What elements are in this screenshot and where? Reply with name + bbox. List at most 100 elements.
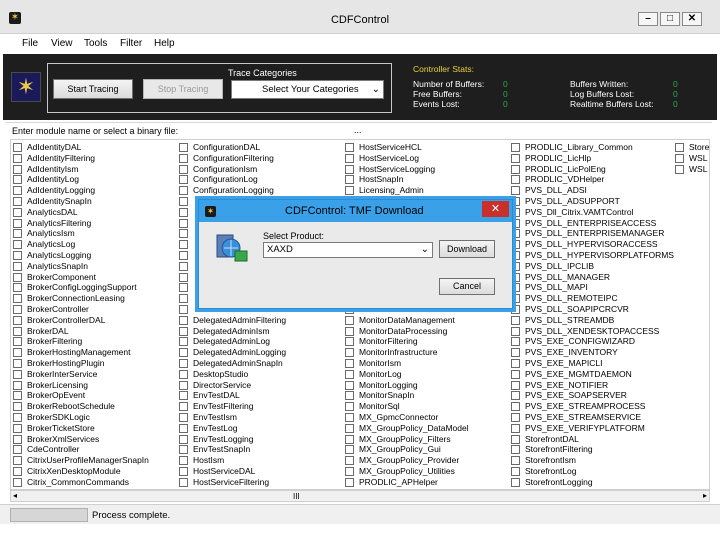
menu-filter[interactable]: Filter	[120, 38, 142, 49]
module-checkbox[interactable]	[13, 359, 22, 368]
module-checkbox[interactable]	[179, 186, 188, 196]
module-name-input[interactable]	[194, 125, 344, 137]
module-checkbox[interactable]	[13, 175, 22, 185]
module-checkbox[interactable]	[345, 143, 354, 152]
module-checkbox[interactable]	[179, 305, 188, 314]
menu-help[interactable]: Help	[154, 38, 175, 49]
module-checkbox[interactable]	[13, 143, 22, 152]
module-checkbox[interactable]	[511, 315, 520, 325]
module-checkbox[interactable]	[345, 434, 354, 444]
module-checkbox[interactable]	[13, 337, 22, 347]
module-checkbox[interactable]	[345, 445, 354, 455]
module-checkbox[interactable]	[13, 380, 22, 390]
stop-tracing-button[interactable]: Stop Tracing	[143, 79, 223, 99]
module-checkbox[interactable]	[13, 251, 22, 260]
module-checkbox[interactable]	[511, 164, 520, 174]
module-checkbox[interactable]	[675, 153, 684, 163]
module-checkbox[interactable]	[179, 359, 188, 368]
module-checkbox[interactable]	[179, 467, 188, 476]
module-checkbox[interactable]	[179, 477, 188, 487]
module-checkbox[interactable]	[345, 175, 354, 185]
module-checkbox-list[interactable]: AdIdentityDAL AdIdentityFiltering AdIdenti…	[10, 139, 710, 490]
module-checkbox[interactable]	[179, 380, 188, 390]
module-checkbox[interactable]	[511, 456, 520, 466]
module-checkbox[interactable]	[179, 153, 188, 163]
module-checkbox[interactable]	[179, 391, 188, 401]
module-checkbox[interactable]	[179, 175, 188, 185]
module-checkbox[interactable]	[511, 467, 520, 476]
module-checkbox[interactable]	[13, 467, 22, 476]
module-checkbox[interactable]	[13, 315, 22, 325]
module-checkbox[interactable]	[675, 143, 684, 152]
product-select[interactable]: XAXD ⌄	[263, 242, 433, 258]
module-checkbox[interactable]	[179, 197, 188, 206]
module-checkbox[interactable]	[13, 229, 22, 239]
module-checkbox[interactable]	[13, 218, 22, 228]
module-checkbox[interactable]	[13, 477, 22, 487]
module-checkbox[interactable]	[345, 153, 354, 163]
module-checkbox[interactable]	[511, 380, 520, 390]
module-checkbox[interactable]	[511, 402, 520, 412]
module-checkbox[interactable]	[511, 477, 520, 487]
module-checkbox[interactable]	[345, 337, 354, 347]
start-tracing-button[interactable]: Start Tracing	[53, 79, 133, 99]
module-checkbox[interactable]	[345, 369, 354, 379]
trace-categories-select[interactable]: Select Your Categories ⌄	[231, 80, 384, 99]
module-checkbox[interactable]	[13, 445, 22, 455]
module-checkbox[interactable]	[179, 283, 188, 293]
module-checkbox[interactable]	[511, 337, 520, 347]
module-checkbox[interactable]	[345, 456, 354, 466]
module-checkbox[interactable]	[511, 359, 520, 368]
close-window-button[interactable]: ✕	[682, 12, 702, 26]
module-checkbox[interactable]	[511, 391, 520, 401]
module-checkbox[interactable]	[13, 294, 22, 304]
module-checkbox[interactable]	[511, 175, 520, 185]
module-checkbox[interactable]	[13, 207, 22, 217]
module-checkbox[interactable]	[13, 272, 22, 282]
cancel-button[interactable]: Cancel	[439, 278, 495, 295]
module-checkbox[interactable]	[179, 337, 188, 347]
browse-binary-button[interactable]: ...	[354, 125, 362, 135]
scroll-left-icon[interactable]: ◂	[13, 491, 17, 500]
module-checkbox[interactable]	[345, 164, 354, 174]
module-checkbox[interactable]	[345, 423, 354, 433]
menu-file[interactable]: File	[22, 38, 38, 49]
module-checkbox[interactable]	[179, 434, 188, 444]
module-checkbox[interactable]	[675, 164, 684, 174]
module-checkbox[interactable]	[13, 348, 22, 358]
module-checkbox[interactable]	[179, 423, 188, 433]
module-checkbox[interactable]	[179, 413, 188, 422]
module-checkbox[interactable]	[345, 477, 354, 487]
module-checkbox[interactable]	[511, 326, 520, 336]
maximize-button[interactable]: □	[660, 12, 680, 26]
module-checkbox[interactable]	[345, 391, 354, 401]
module-checkbox[interactable]	[345, 315, 354, 325]
module-checkbox[interactable]	[179, 272, 188, 282]
dialog-close-button[interactable]: ✕	[482, 201, 509, 217]
module-checkbox[interactable]	[179, 402, 188, 412]
module-checkbox[interactable]	[511, 413, 520, 422]
module-checkbox[interactable]	[511, 348, 520, 358]
module-checkbox[interactable]	[13, 197, 22, 206]
module-checkbox[interactable]	[511, 369, 520, 379]
module-checkbox[interactable]	[13, 261, 22, 271]
module-checkbox[interactable]	[179, 240, 188, 250]
module-checkbox[interactable]	[179, 369, 188, 379]
module-checkbox[interactable]	[13, 326, 22, 336]
module-checkbox[interactable]	[179, 315, 188, 325]
menu-tools[interactable]: Tools	[84, 38, 107, 49]
module-checkbox[interactable]	[13, 164, 22, 174]
module-checkbox[interactable]	[511, 186, 520, 196]
scroll-right-icon[interactable]: ▸	[703, 491, 707, 500]
horizontal-scrollbar[interactable]: ◂ III ▸	[10, 490, 710, 502]
module-checkbox[interactable]	[511, 434, 520, 444]
module-checkbox[interactable]	[345, 402, 354, 412]
module-checkbox[interactable]	[179, 445, 188, 455]
module-checkbox[interactable]	[345, 467, 354, 476]
module-checkbox[interactable]	[345, 326, 354, 336]
module-checkbox[interactable]	[13, 402, 22, 412]
module-checkbox[interactable]	[345, 413, 354, 422]
module-checkbox[interactable]	[13, 423, 22, 433]
module-checkbox[interactable]	[179, 207, 188, 217]
menu-view[interactable]: View	[51, 38, 73, 49]
